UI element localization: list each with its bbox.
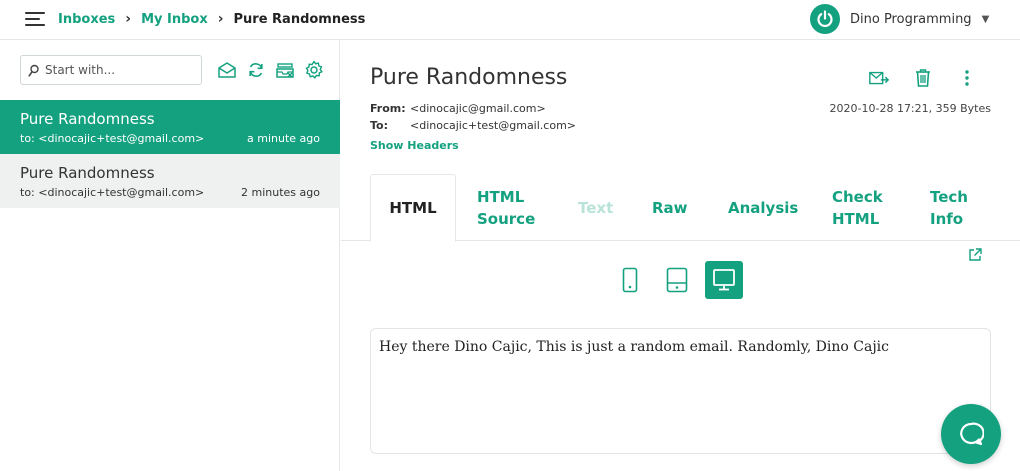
- tab-html[interactable]: HTML: [370, 174, 456, 242]
- message-list-item[interactable]: Pure Randomness to: <dinocajic+test@gmai…: [0, 100, 340, 154]
- breadcrumb: Inboxes › My Inbox › Pure Randomness: [58, 11, 365, 27]
- search-icon: [28, 63, 40, 82]
- open-external-icon[interactable]: [967, 247, 983, 267]
- breadcrumb-my-inbox[interactable]: My Inbox: [141, 12, 208, 27]
- tab-raw[interactable]: Raw: [652, 174, 688, 241]
- view-tabs: HTML HTML Source Text Raw Analysis Check…: [341, 174, 1020, 242]
- show-headers-link[interactable]: Show Headers: [370, 139, 459, 152]
- message-date-size: 2020-10-28 17:21, 359 Bytes: [829, 102, 991, 115]
- message-recipient: to: <dinocajic+test@gmail.com>: [20, 132, 205, 145]
- tab-text[interactable]: Text: [578, 174, 613, 241]
- to-value: <dinocajic+test@gmail.com>: [410, 119, 577, 132]
- forward-mail-icon[interactable]: [868, 67, 890, 89]
- chevron-down-icon: ▼: [981, 13, 990, 25]
- tab-analysis[interactable]: Analysis: [728, 174, 798, 241]
- message-subject: Pure Randomness: [20, 110, 155, 128]
- power-logo-icon: [810, 4, 840, 34]
- from-value: <dinocajic@gmail.com>: [410, 102, 546, 115]
- breadcrumb-inboxes[interactable]: Inboxes: [58, 12, 115, 27]
- breadcrumb-chevron-icon: ›: [217, 11, 224, 27]
- tab-tech-info[interactable]: Tech Info: [930, 174, 980, 241]
- inbox-toolbar: [216, 59, 324, 80]
- message-actions: [868, 67, 978, 89]
- tab-check-html[interactable]: Check HTML: [832, 174, 892, 241]
- message-pane: Pure Randomness From: <dinocajic@gmail.c…: [341, 40, 1020, 471]
- clear-inbox-icon[interactable]: [274, 59, 295, 80]
- from-label: From:: [370, 102, 406, 115]
- message-time: 2 minutes ago: [241, 186, 320, 199]
- message-body: Hey there Dino Cajic, This is just a ran…: [370, 328, 991, 454]
- search-input[interactable]: [45, 61, 195, 79]
- device-preview-switcher: [611, 261, 743, 299]
- mobile-view-icon[interactable]: [611, 261, 649, 299]
- trash-icon[interactable]: [912, 67, 934, 89]
- search-box: [20, 55, 202, 85]
- top-bar: Inboxes › My Inbox › Pure Randomness Din…: [0, 0, 1020, 40]
- inbox-sidebar: Pure Randomness to: <dinocajic+test@gmai…: [0, 40, 340, 471]
- breadcrumb-current: Pure Randomness: [233, 11, 366, 27]
- from-row: From: <dinocajic@gmail.com>: [370, 102, 546, 115]
- message-recipient: to: <dinocajic+test@gmail.com>: [20, 186, 205, 199]
- tablet-view-icon[interactable]: [658, 261, 696, 299]
- breadcrumb-chevron-icon: ›: [125, 11, 132, 27]
- to-label: To:: [370, 119, 388, 132]
- user-menu[interactable]: Dino Programming ▼: [810, 4, 989, 34]
- mark-read-icon[interactable]: [216, 59, 237, 80]
- desktop-view-icon[interactable]: [705, 261, 743, 299]
- user-name: Dino Programming: [850, 11, 972, 27]
- tab-html-source[interactable]: HTML Source: [477, 174, 547, 241]
- message-title: Pure Randomness: [370, 65, 568, 90]
- chat-support-button[interactable]: [941, 404, 1001, 464]
- refresh-icon[interactable]: [245, 59, 266, 80]
- more-options-icon[interactable]: [956, 67, 978, 89]
- message-time: a minute ago: [247, 132, 320, 145]
- to-row: To: <dinocajic+test@gmail.com>: [370, 119, 576, 132]
- menu-icon[interactable]: [25, 12, 45, 27]
- settings-icon[interactable]: [303, 59, 324, 80]
- message-subject: Pure Randomness: [20, 164, 155, 182]
- chat-bubble-icon: [960, 422, 984, 446]
- message-list-item[interactable]: Pure Randomness to: <dinocajic+test@gmai…: [0, 154, 340, 208]
